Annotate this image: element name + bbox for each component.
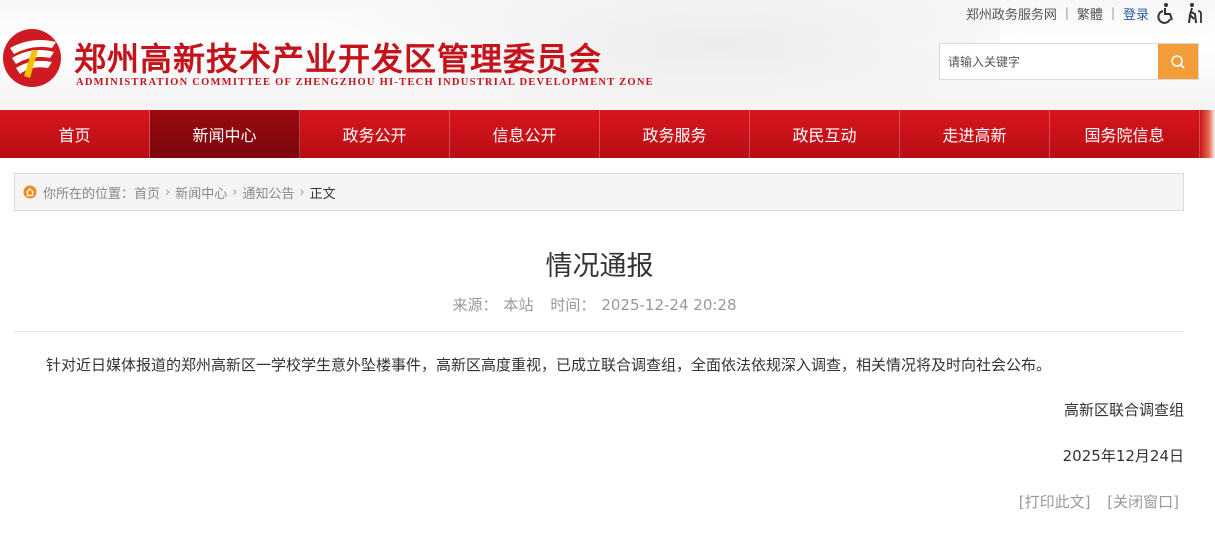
search-input[interactable]: [940, 44, 1158, 79]
nav-item-news-center[interactable]: 新闻中心: [150, 110, 300, 158]
breadcrumb: 你所在的位置： 首页 › 新闻中心 › 通知公告 › 正文: [14, 173, 1184, 211]
close-window-button[interactable]: [关闭窗口]: [1107, 493, 1179, 511]
nav-item-government-affairs[interactable]: 政务公开: [300, 110, 450, 158]
traditional-chinese-link[interactable]: 繁體: [1077, 4, 1103, 23]
gov-service-link[interactable]: 郑州政务服务网: [966, 4, 1057, 23]
top-links: 郑州政务服务网 | 繁體 | 登录: [966, 2, 1205, 24]
separator: |: [1064, 6, 1069, 20]
article-actions: [打印此文] [关闭窗口]: [1007, 491, 1179, 512]
search-button[interactable]: [1158, 44, 1198, 79]
breadcrumb-current: 正文: [309, 186, 336, 202]
time-label: 时间：: [550, 296, 596, 314]
breadcrumb-separator: ›: [299, 184, 305, 200]
source-label: 来源：: [452, 296, 498, 314]
breadcrumb-news-center[interactable]: 新闻中心: [175, 183, 227, 202]
nav-item-home[interactable]: 首页: [0, 110, 150, 158]
breadcrumb-home[interactable]: 首页: [134, 183, 160, 202]
time-value: 2025-12-24 20:28: [601, 296, 737, 314]
article-signature: 高新区联合调查组: [1063, 401, 1184, 419]
site-header: 郑州高新技术产业开发区管理委员会 ADMINISTRATION COMMITTE…: [0, 0, 1215, 110]
breadcrumb-notices[interactable]: 通知公告: [242, 183, 294, 202]
breadcrumb-prefix: 你所在的位置：: [43, 186, 135, 202]
breadcrumb-separator: ›: [232, 184, 238, 200]
nav-item-state-council[interactable]: 国务院信息: [1050, 110, 1200, 158]
nav-end-decoration: [1200, 110, 1215, 158]
wheelchair-icon[interactable]: [1155, 2, 1177, 24]
nav-item-about-hitech[interactable]: 走进高新: [900, 110, 1050, 158]
article-date: 2025年12月24日: [1062, 447, 1184, 465]
main-nav: 首页 新闻中心 政务公开 信息公开 政务服务 政民互动 走进高新 国务院信息: [0, 110, 1215, 158]
nav-item-information-disclosure[interactable]: 信息公开: [450, 110, 600, 158]
nav-item-public-interaction[interactable]: 政民互动: [750, 110, 900, 158]
logo-emblem-icon[interactable]: [2, 28, 62, 88]
article-body: 针对近日媒体报道的郑州高新区一学校学生意外坠楼事件，高新区高度重视，已成立联合调…: [46, 356, 1052, 374]
search-icon: [1171, 54, 1185, 69]
breadcrumb-separator: ›: [165, 184, 171, 200]
separator: |: [1110, 6, 1115, 20]
print-button[interactable]: [打印此文]: [1019, 493, 1091, 511]
nav-item-government-service[interactable]: 政务服务: [600, 110, 750, 158]
login-link[interactable]: 登录: [1123, 4, 1149, 23]
article-time: 时间： 2025-12-24 20:28: [547, 296, 739, 314]
site-title[interactable]: 郑州高新技术产业开发区管理委员会: [74, 34, 602, 80]
search-box: [939, 43, 1199, 80]
source-value: 本站: [503, 296, 534, 314]
article-title: 情况通报: [545, 251, 654, 282]
elderly-icon[interactable]: [1183, 2, 1205, 24]
divider: [14, 331, 1184, 332]
site-subtitle: ADMINISTRATION COMMITTEE OF ZHENGZHOU HI…: [76, 77, 654, 88]
location-icon: [23, 185, 37, 199]
article-meta: 来源： 本站 时间： 2025-12-24 20:28: [0, 294, 1189, 315]
article-source: 来源： 本站: [450, 296, 537, 314]
